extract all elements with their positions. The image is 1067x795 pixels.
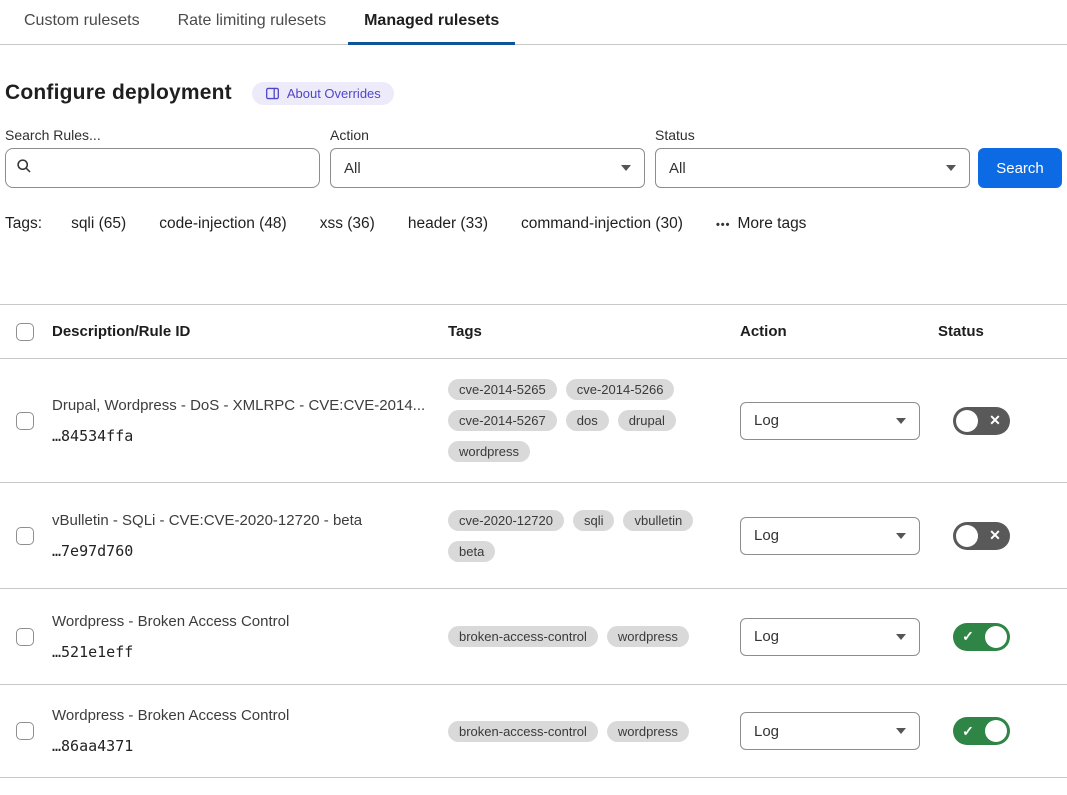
column-header-status: Status [928,323,1067,340]
rule-action-value: Log [754,723,779,740]
table-row: Wordpress - Broken Access Control …86aa4… [0,684,1067,778]
tag-pill: cve-2014-5265 [448,379,557,400]
book-icon [265,86,280,101]
about-overrides-label: About Overrides [287,86,381,101]
status-toggle[interactable] [953,717,1010,745]
row-checkbox[interactable] [16,527,34,545]
tag-link-sqli[interactable]: sqli (65) [71,215,126,233]
search-input[interactable] [40,160,309,177]
rule-description: vBulletin - SQLi - CVE:CVE-2020-12720 - … [52,512,430,529]
tag-pill: cve-2014-5267 [448,410,557,431]
column-header-description: Description/Rule ID [52,323,448,340]
tags-label: Tags: [5,215,42,233]
tags-bar: Tags: sqli (65) code-injection (48) xss … [5,215,1062,233]
filter-bar: Search Rules... Action All [5,127,1062,188]
action-filter-select[interactable]: All [330,148,645,188]
tag-link-code-injection[interactable]: code-injection (48) [159,215,287,233]
tag-pill: drupal [618,410,676,431]
ruleset-tabbar: Custom rulesets Rate limiting rulesets M… [0,0,1067,45]
tag-pill: sqli [573,510,615,531]
tag-pill: wordpress [448,441,530,462]
rule-action-value: Log [754,412,779,429]
table-row: Drupal, Wordpress - DoS - XMLRPC - CVE:C… [0,358,1067,482]
about-overrides-badge[interactable]: About Overrides [252,82,394,105]
tag-pill: beta [448,541,495,562]
status-toggle[interactable] [953,407,1010,435]
tag-pill: dos [566,410,609,431]
rule-action-value: Log [754,628,779,645]
search-input-wrapper [5,148,320,188]
rule-id: …84534ffa [52,427,430,445]
column-header-tags: Tags [448,323,740,340]
search-icon [16,158,32,179]
rule-action-select[interactable]: Log [740,402,920,440]
action-filter-value: All [344,160,361,177]
chevron-down-icon [896,418,906,424]
row-checkbox[interactable] [16,412,34,430]
status-filter-select[interactable]: All [655,148,970,188]
column-header-action: Action [740,323,928,340]
tag-pill: cve-2020-12720 [448,510,564,531]
tag-pill: broken-access-control [448,626,598,647]
more-tags-button[interactable]: ••• More tags [716,215,806,233]
toggle-state-icon [953,623,983,651]
chevron-down-icon [946,165,956,171]
rule-action-select[interactable]: Log [740,712,920,750]
status-filter-value: All [669,160,686,177]
tag-pill: wordpress [607,721,689,742]
chevron-down-icon [896,634,906,640]
chevron-down-icon [896,533,906,539]
rule-action-select[interactable]: Log [740,618,920,656]
toggle-state-icon [953,717,983,745]
tab-managed-rulesets[interactable]: Managed rulesets [348,0,515,45]
tag-link-xss[interactable]: xss (36) [320,215,375,233]
chevron-down-icon [896,728,906,734]
tag-pill: broken-access-control [448,721,598,742]
toggle-state-icon [980,522,1010,550]
tag-pill: wordpress [607,626,689,647]
search-button[interactable]: Search [978,148,1062,188]
select-all-checkbox[interactable] [16,323,34,341]
tag-link-header[interactable]: header (33) [408,215,488,233]
toggle-knob [985,626,1007,648]
chevron-down-icon [621,165,631,171]
table-row: Wordpress - Broken Access Control …521e1… [0,588,1067,684]
rule-description: Drupal, Wordpress - DoS - XMLRPC - CVE:C… [52,397,430,414]
managed-rulesets-page: Custom rulesets Rate limiting rulesets M… [0,0,1067,795]
more-tags-label: More tags [738,215,807,233]
status-filter-label: Status [655,127,980,143]
tab-custom-rulesets[interactable]: Custom rulesets [8,0,156,45]
tag-link-command-injection[interactable]: command-injection (30) [521,215,683,233]
tag-pill: vbulletin [623,510,693,531]
toggle-knob [985,720,1007,742]
tag-pill: cve-2014-5266 [566,379,675,400]
rule-id: …86aa4371 [52,737,430,755]
table-row: vBulletin - SQLi - CVE:CVE-2020-12720 - … [0,482,1067,588]
toggle-knob [956,525,978,547]
row-checkbox[interactable] [16,722,34,740]
tab-rate-limiting-rulesets[interactable]: Rate limiting rulesets [162,0,343,45]
rules-table: Description/Rule ID Tags Action Status D… [0,304,1067,778]
status-toggle[interactable] [953,623,1010,651]
page-title: Configure deployment [5,81,232,105]
action-filter-label: Action [330,127,655,143]
toggle-knob [956,410,978,432]
rule-description: Wordpress - Broken Access Control [52,613,430,630]
toggle-state-icon [980,407,1010,435]
search-rules-label: Search Rules... [5,127,320,143]
rule-id: …7e97d760 [52,542,430,560]
page-header: Configure deployment About Overrides [5,81,1062,105]
ellipsis-icon: ••• [716,219,731,231]
row-checkbox[interactable] [16,628,34,646]
table-header-row: Description/Rule ID Tags Action Status [0,304,1067,358]
rule-action-select[interactable]: Log [740,517,920,555]
rule-description: Wordpress - Broken Access Control [52,707,430,724]
status-toggle[interactable] [953,522,1010,550]
rule-action-value: Log [754,527,779,544]
rule-id: …521e1eff [52,643,430,661]
